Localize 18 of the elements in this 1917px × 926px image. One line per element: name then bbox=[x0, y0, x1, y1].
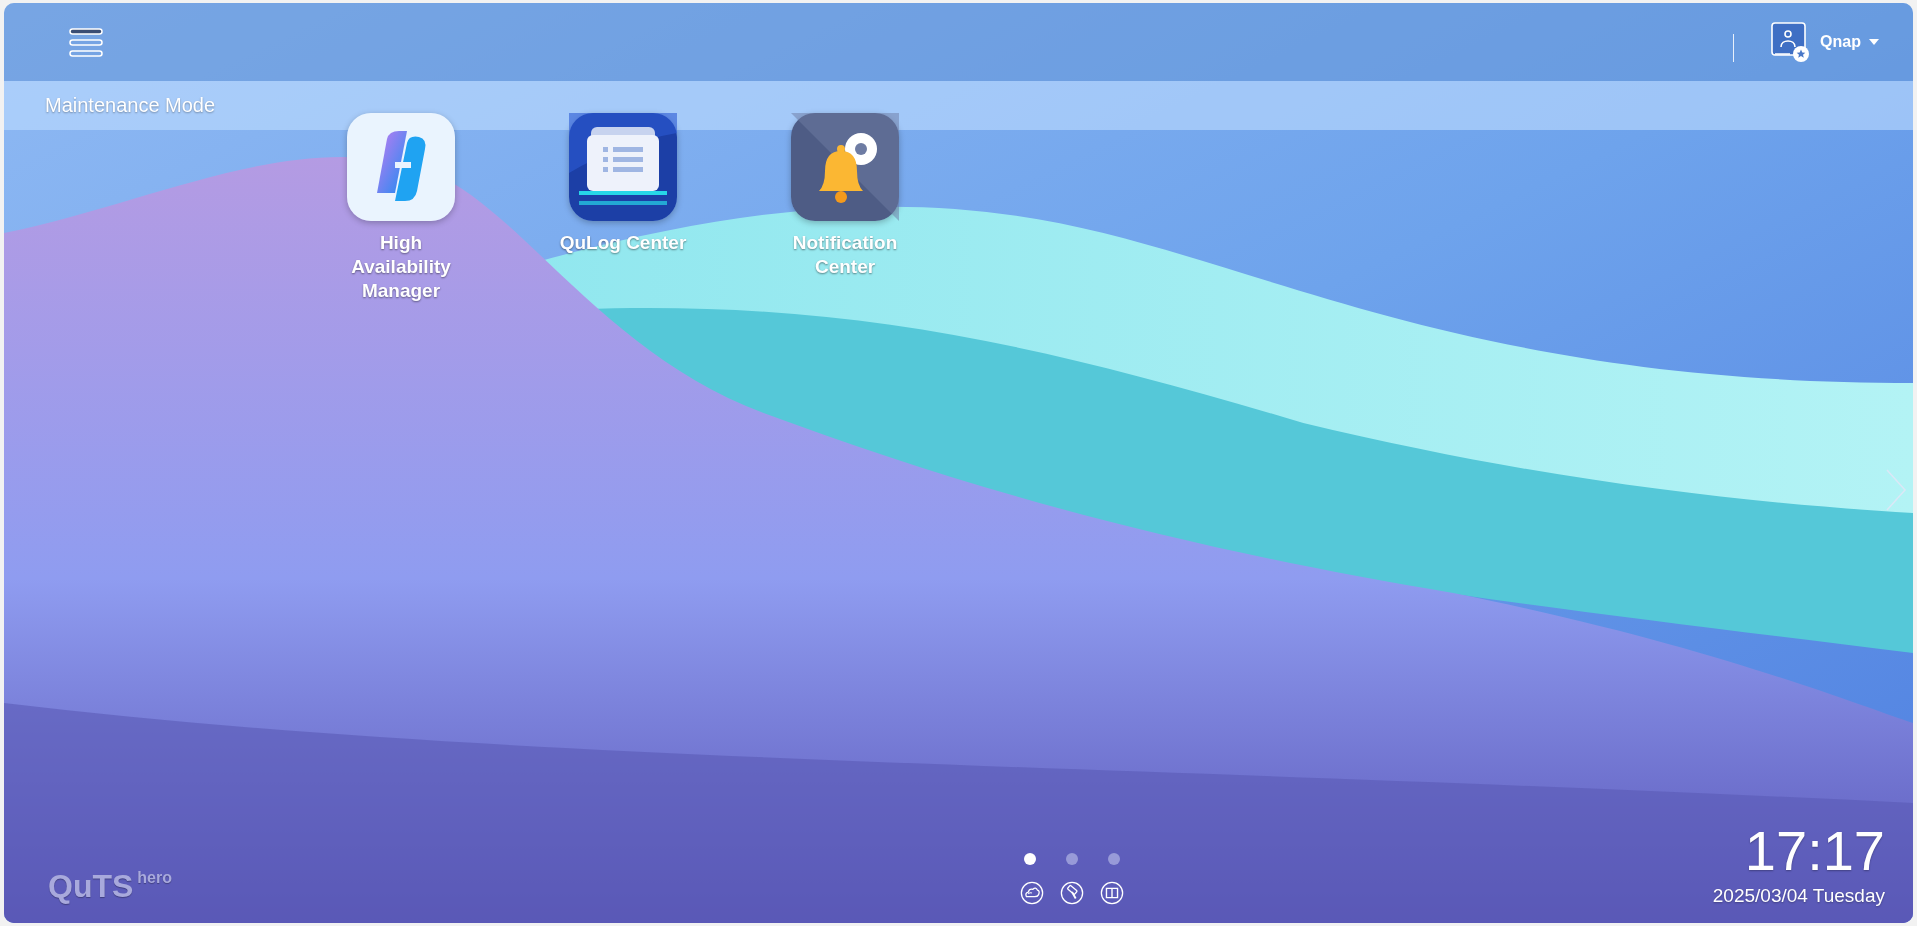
book-icon[interactable] bbox=[1100, 881, 1125, 905]
cloud-icon[interactable] bbox=[1020, 881, 1045, 905]
app-shortcut[interactable]: Notification Center bbox=[775, 113, 915, 303]
clock-date: 2025/03/04 Tuesday bbox=[1712, 885, 1885, 907]
bell-gear-icon bbox=[791, 113, 899, 221]
user-avatar-icon bbox=[1770, 21, 1811, 63]
logo: QuTS$^{hero}$ bbox=[48, 868, 172, 905]
user-menu[interactable]: Qnap bbox=[1770, 21, 1879, 63]
app-shortcut[interactable]: QuLog Center bbox=[553, 113, 693, 303]
hammer-icon[interactable] bbox=[1060, 881, 1085, 905]
mode-label: Maintenance Mode bbox=[45, 94, 216, 117]
app-shortcut[interactable]: High Availability Manager bbox=[331, 113, 471, 303]
page-dot[interactable] bbox=[1066, 853, 1079, 865]
log-document-icon bbox=[569, 113, 677, 221]
letter-mark-icon bbox=[347, 113, 455, 221]
page-dot[interactable] bbox=[1108, 853, 1121, 865]
clock-time: 17:17 bbox=[1743, 821, 1885, 881]
caret-icon bbox=[1869, 38, 1879, 46]
